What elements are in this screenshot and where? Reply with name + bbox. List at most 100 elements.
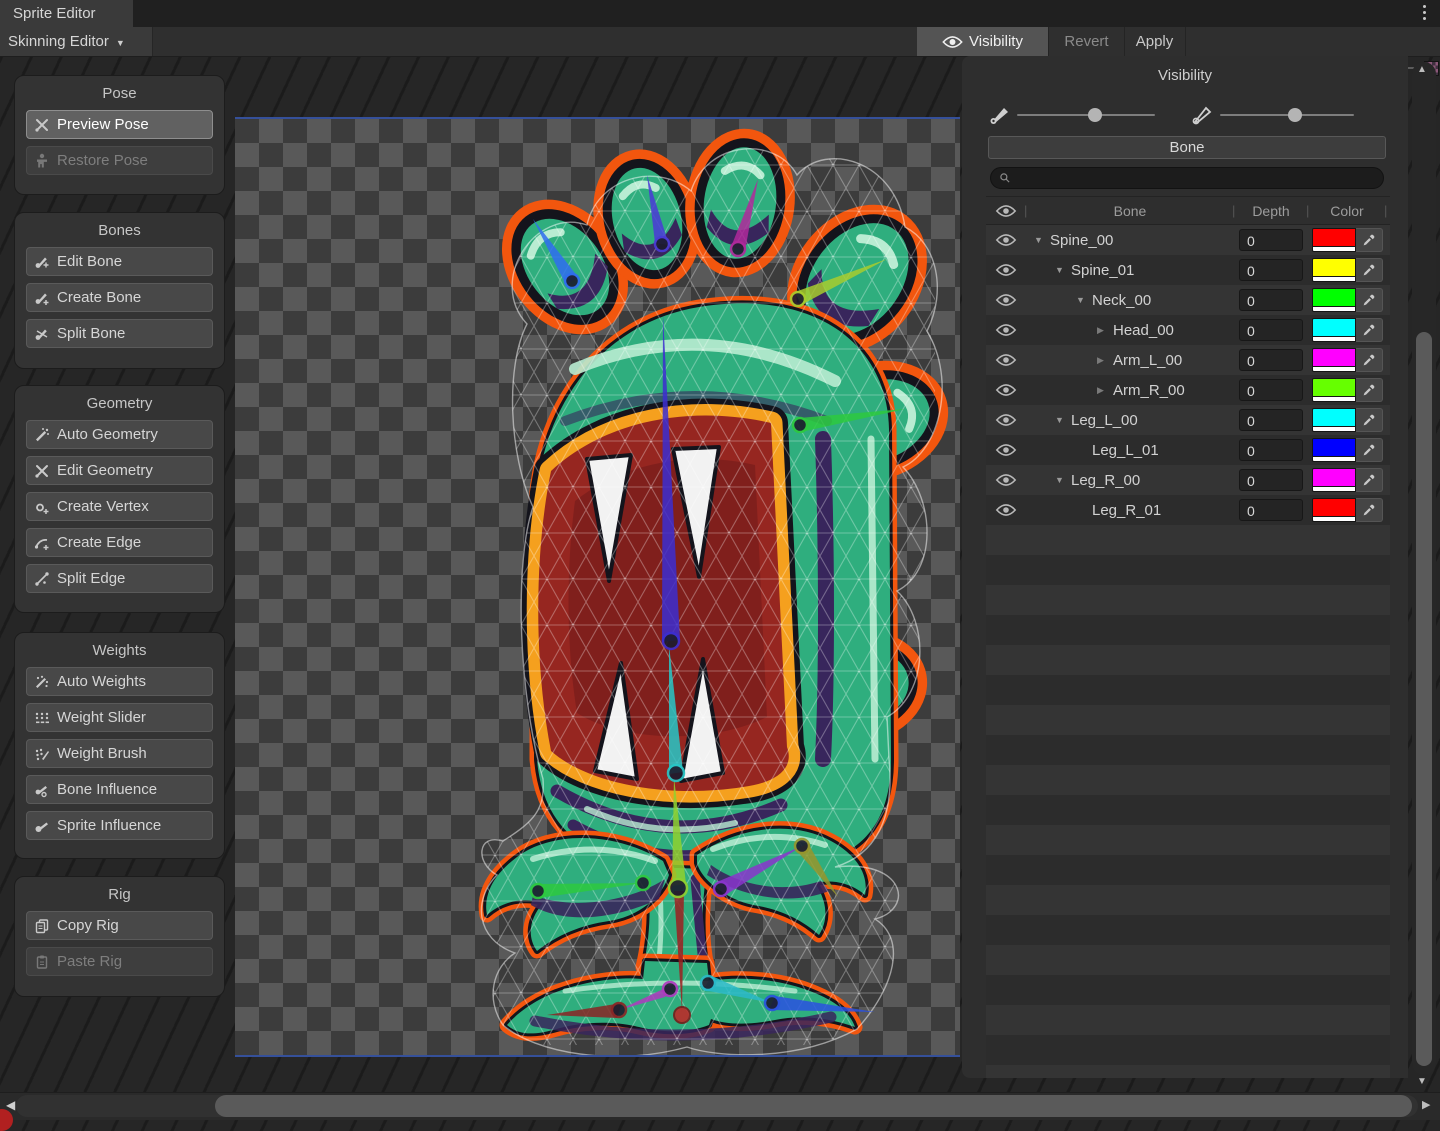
- split-bone-button[interactable]: Split Bone: [26, 319, 213, 348]
- bone-color-swatch[interactable]: [1312, 468, 1356, 492]
- foldout-arrow-icon[interactable]: ▼: [1034, 235, 1047, 245]
- eyedropper-icon[interactable]: [1356, 228, 1383, 252]
- skinning-editor-dropdown[interactable]: Skinning Editor▼: [0, 27, 153, 56]
- mesh-opacity-slider-track[interactable]: [1220, 114, 1354, 116]
- depth-field[interactable]: 0: [1239, 319, 1303, 341]
- foldout-arrow-icon[interactable]: ▼: [1055, 265, 1068, 275]
- foldout-arrow-icon[interactable]: ▶: [1097, 325, 1110, 336]
- auto-geometry-button[interactable]: Auto Geometry: [26, 420, 213, 449]
- bone-influence-button[interactable]: Bone Influence: [26, 775, 213, 804]
- bone-opacity-slider-track[interactable]: [1017, 114, 1155, 116]
- column-bone[interactable]: Bone: [1026, 203, 1234, 219]
- depth-field[interactable]: 0: [1239, 409, 1303, 431]
- depth-field[interactable]: 0: [1239, 439, 1303, 461]
- eye-icon[interactable]: [995, 503, 1017, 517]
- eye-icon[interactable]: [995, 353, 1017, 367]
- bone-row[interactable]: ▼ Spine_00 0: [986, 225, 1390, 255]
- split-edge-button[interactable]: Split Edge: [26, 564, 213, 593]
- bone-row[interactable]: ▶ Arm_L_00 0: [986, 345, 1390, 375]
- visibility-button[interactable]: Visibility: [917, 27, 1048, 56]
- vertical-scrollbar-thumb[interactable]: [1416, 332, 1432, 1066]
- kebab-menu-icon[interactable]: [1423, 5, 1426, 20]
- column-color[interactable]: Color: [1308, 203, 1386, 219]
- foldout-arrow-icon[interactable]: ▼: [1076, 295, 1089, 305]
- auto-weights-button[interactable]: Auto Weights: [26, 667, 213, 696]
- bone-row[interactable]: ▶ Arm_R_00 0: [986, 375, 1390, 405]
- depth-field[interactable]: 0: [1239, 259, 1303, 281]
- eyedropper-icon[interactable]: [1356, 258, 1383, 282]
- create-bone-button[interactable]: Create Bone: [26, 283, 213, 312]
- bone-row[interactable]: ▶ Head_00 0: [986, 315, 1390, 345]
- eyedropper-icon[interactable]: [1356, 288, 1383, 312]
- eyedropper-icon[interactable]: [1356, 378, 1383, 402]
- copy-rig-button[interactable]: Copy Rig: [26, 911, 213, 940]
- eye-icon[interactable]: [995, 383, 1017, 397]
- create-vertex-button[interactable]: Create Vertex: [26, 492, 213, 521]
- weight-brush-button[interactable]: Weight Brush: [26, 739, 213, 768]
- depth-field[interactable]: 0: [1239, 349, 1303, 371]
- button-label: Auto Geometry: [57, 426, 158, 443]
- sprite-influence-button[interactable]: Sprite Influence: [26, 811, 213, 840]
- eye-icon[interactable]: [995, 263, 1017, 277]
- bone-color-swatch[interactable]: [1312, 498, 1356, 522]
- paste-rig-button[interactable]: Paste Rig: [26, 947, 213, 976]
- apply-button[interactable]: Apply: [1125, 27, 1184, 56]
- bone-search-box[interactable]: [990, 167, 1384, 189]
- edit-geometry-button[interactable]: Edit Geometry: [26, 456, 213, 485]
- bone-opacity-slider-knob[interactable]: [1088, 108, 1102, 122]
- depth-field[interactable]: 0: [1239, 469, 1303, 491]
- depth-field[interactable]: 0: [1239, 499, 1303, 521]
- mesh-opacity-slider-knob[interactable]: [1288, 108, 1302, 122]
- bone-search-input[interactable]: [1016, 168, 1383, 188]
- eye-icon[interactable]: [995, 233, 1017, 247]
- depth-field[interactable]: 0: [1239, 289, 1303, 311]
- eyedropper-icon[interactable]: [1356, 318, 1383, 342]
- foldout-arrow-icon[interactable]: ▼: [1055, 475, 1068, 485]
- depth-field[interactable]: 0: [1239, 379, 1303, 401]
- bone-row[interactable]: ▼ Leg_R_00 0: [986, 465, 1390, 495]
- eyedropper-icon[interactable]: [1356, 408, 1383, 432]
- eyedropper-icon[interactable]: [1356, 438, 1383, 462]
- edit-bone-button[interactable]: Edit Bone: [26, 247, 213, 276]
- bone-color-swatch[interactable]: [1312, 318, 1356, 342]
- foldout-arrow-icon[interactable]: ▶: [1097, 385, 1110, 396]
- bone-tab[interactable]: Bone: [988, 136, 1386, 159]
- edge-split-icon: [34, 571, 50, 587]
- bone-row[interactable]: ▼ Neck_00 0: [986, 285, 1390, 315]
- foldout-arrow-icon[interactable]: ▶: [1097, 355, 1110, 366]
- eyedropper-icon[interactable]: [1356, 468, 1383, 492]
- eye-icon[interactable]: [995, 204, 1017, 218]
- bone-row[interactable]: Leg_L_01 0: [986, 435, 1390, 465]
- eye-icon[interactable]: [995, 413, 1017, 427]
- eyedropper-icon[interactable]: [1356, 498, 1383, 522]
- sprite-canvas[interactable]: [235, 117, 960, 1057]
- preview-pose-button[interactable]: Preview Pose: [26, 110, 213, 139]
- horizontal-scrollbar-thumb[interactable]: [215, 1095, 1412, 1117]
- bone-color-swatch[interactable]: [1312, 288, 1356, 312]
- bone-color-swatch[interactable]: [1312, 228, 1356, 252]
- bone-row[interactable]: ▼ Spine_01 0: [986, 255, 1390, 285]
- depth-field[interactable]: 0: [1239, 229, 1303, 251]
- scroll-right-icon[interactable]: ▶: [1422, 1098, 1430, 1111]
- scroll-up-icon[interactable]: ▲: [1417, 64, 1427, 75]
- scroll-down-icon[interactable]: ▼: [1417, 1076, 1427, 1087]
- eye-icon[interactable]: [995, 443, 1017, 457]
- eye-icon[interactable]: [995, 473, 1017, 487]
- weight-slider-button[interactable]: Weight Slider: [26, 703, 213, 732]
- foldout-arrow-icon[interactable]: ▼: [1055, 415, 1068, 425]
- bone-color-swatch[interactable]: [1312, 438, 1356, 462]
- column-depth[interactable]: Depth: [1234, 203, 1308, 219]
- bone-color-swatch[interactable]: [1312, 348, 1356, 372]
- bone-color-swatch[interactable]: [1312, 408, 1356, 432]
- bone-color-swatch[interactable]: [1312, 258, 1356, 282]
- bone-row[interactable]: ▼ Leg_L_00 0: [986, 405, 1390, 435]
- eye-icon[interactable]: [995, 293, 1017, 307]
- eyedropper-icon[interactable]: [1356, 348, 1383, 372]
- revert-button[interactable]: Revert: [1049, 27, 1124, 56]
- sprite-editor-tab[interactable]: Sprite Editor: [0, 0, 133, 27]
- bone-row[interactable]: Leg_R_01 0: [986, 495, 1390, 525]
- bone-color-swatch[interactable]: [1312, 378, 1356, 402]
- eye-icon[interactable]: [995, 323, 1017, 337]
- restore-pose-button[interactable]: Restore Pose: [26, 146, 213, 175]
- create-edge-button[interactable]: Create Edge: [26, 528, 213, 557]
